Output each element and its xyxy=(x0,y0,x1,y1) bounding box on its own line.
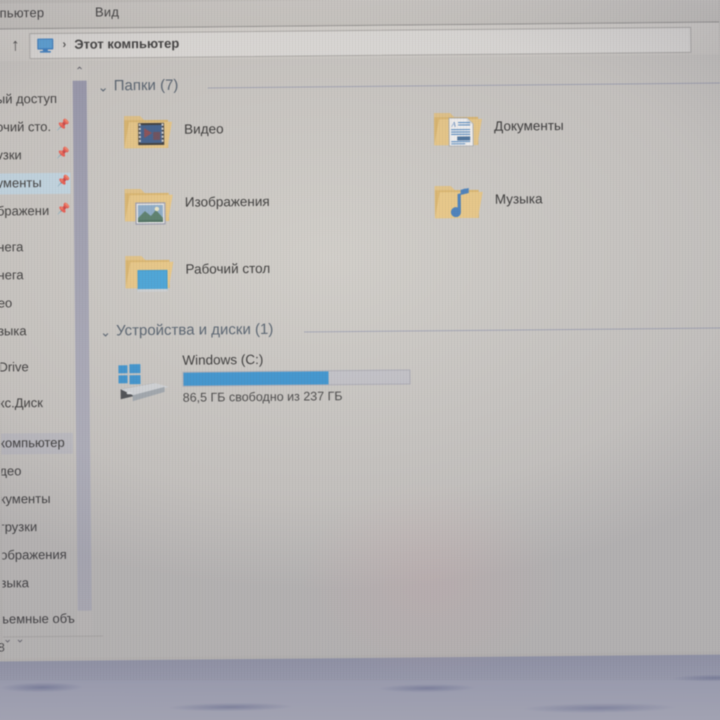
sidebar-item[interactable]: бражени 📌 xyxy=(0,201,71,223)
sidebar-item-label: нега xyxy=(0,267,24,283)
folder-tile-label: Музыка xyxy=(494,191,543,207)
sidebar-item-label: ео xyxy=(0,295,13,311)
pin-icon[interactable]: 📌 xyxy=(57,176,71,188)
content-pane: ⌄ Папки (7) Видео A Документы Изображени… xyxy=(89,54,720,636)
group-folders-title: Папки (7) xyxy=(113,76,179,95)
tab-computer[interactable]: омпьютер xyxy=(0,5,44,21)
sidebar-item-label: кументы xyxy=(1,490,51,507)
folder-pictures-icon xyxy=(124,189,173,225)
drive-capacity-bar xyxy=(182,369,411,387)
up-arrow-icon[interactable]: ↑ xyxy=(5,34,25,56)
folder-music-icon xyxy=(434,186,483,219)
sidebar-item[interactable]: очий сто. 📌 xyxy=(0,117,70,139)
this-pc-icon xyxy=(37,38,54,53)
sidebar-item-label: зыка xyxy=(2,575,30,591)
monitor-screen: омпьютер Вид ↑ › Этот компьютер ый досту… xyxy=(0,0,720,662)
monitor-photo: омпьютер Вид ↑ › Этот компьютер ый досту… xyxy=(0,0,720,720)
sidebar-item-label: ументы xyxy=(0,175,42,191)
sidebar-item[interactable]: ео xyxy=(0,293,72,315)
drive-capacity-fill xyxy=(183,371,329,386)
folder-tile-label: Изображения xyxy=(184,193,270,210)
svg-text:A: A xyxy=(451,121,457,129)
sidebar-item-label: ъемные объ xyxy=(2,610,75,627)
sidebar-item[interactable]: кс.Диск xyxy=(1,393,73,415)
explorer-body: ый доступ очий сто. 📌 узки 📌 ументы 📌 бражени 📌 н… xyxy=(0,54,720,637)
sidebar-item[interactable]: ый доступ xyxy=(0,89,70,111)
sidebar-item[interactable]: ображения xyxy=(2,545,74,567)
drive-name: Windows (C:) xyxy=(182,351,264,368)
sidebar-item[interactable]: ументы 📌 xyxy=(0,172,71,195)
folder-desktop-icon xyxy=(125,256,174,292)
tab-view[interactable]: Вид xyxy=(95,4,119,19)
folder-tile-label: Рабочий стол xyxy=(185,260,271,277)
sidebar-item-label: ый доступ xyxy=(0,90,58,107)
pin-icon[interactable]: 📌 xyxy=(56,148,70,160)
chevron-down-icon[interactable]: ⌄ xyxy=(100,324,111,340)
sidebar-item-label: кс.Диск xyxy=(0,395,44,411)
sidebar-item[interactable]: узки 📌 xyxy=(0,145,70,167)
sidebar-item-label: Drive xyxy=(0,359,29,375)
scrollbar-thumb[interactable] xyxy=(72,80,92,611)
sidebar-item-label: зыка xyxy=(0,323,27,339)
sidebar-item-label: очий сто. xyxy=(0,118,52,135)
sidebar-item-label: узки xyxy=(0,147,22,163)
sidebar-item[interactable]: зыка xyxy=(2,573,74,595)
group-devices-title: Устройства и диски (1) xyxy=(115,320,274,340)
group-folders-rule xyxy=(207,82,720,89)
status-item-count: в: 8 xyxy=(0,640,5,655)
sidebar-item-label: нега xyxy=(0,239,24,255)
address-bar[interactable]: › Этот компьютер xyxy=(29,26,692,60)
pin-icon[interactable]: 📌 xyxy=(56,120,70,132)
group-devices-rule xyxy=(304,327,720,333)
drive-capacity-text: 86,5 ГБ свободно из 237 ГБ xyxy=(182,389,343,405)
navigation-pane: ый доступ очий сто. 📌 узки 📌 ументы 📌 бражени 📌 н… xyxy=(0,60,75,637)
folder-tile-label: Видео xyxy=(184,121,224,137)
breadcrumb-path[interactable]: Этот компьютер xyxy=(74,36,179,52)
sidebar-item[interactable]: нега xyxy=(0,265,72,287)
status-bar-chevrons: ⌄ ⌄ xyxy=(2,633,25,646)
breadcrumb-separator-icon: › xyxy=(62,36,67,51)
windows-drive-icon xyxy=(118,364,169,402)
sidebar-item[interactable]: део xyxy=(1,461,73,483)
sidebar-item[interactable]: ъемные объ xyxy=(3,609,75,631)
folder-video-icon xyxy=(123,116,173,149)
sidebar-item[interactable]: нега xyxy=(0,237,71,259)
sidebar-item[interactable]: грузки xyxy=(2,517,74,539)
pin-icon[interactable]: 📌 xyxy=(57,204,71,216)
sidebar-item-label: ображения xyxy=(2,546,67,563)
sidebar-item[interactable]: компьютер xyxy=(1,432,74,455)
sidebar-item[interactable]: кументы xyxy=(2,489,74,511)
scroll-up-icon[interactable]: ⌃ xyxy=(71,65,87,79)
sidebar-item[interactable]: зыка xyxy=(0,321,72,343)
sidebar-item-label: део xyxy=(1,463,22,479)
folder-tile-label: Документы xyxy=(494,118,564,134)
sidebar-item[interactable]: Drive xyxy=(0,357,72,379)
chevron-down-icon[interactable]: ⌄ xyxy=(98,79,109,95)
sidebar-item-label: бражени xyxy=(0,202,50,219)
sidebar-item-label: компьютер xyxy=(1,434,65,451)
sidebar-item-label: грузки xyxy=(1,519,38,535)
folder-documents-icon: A xyxy=(433,113,483,147)
